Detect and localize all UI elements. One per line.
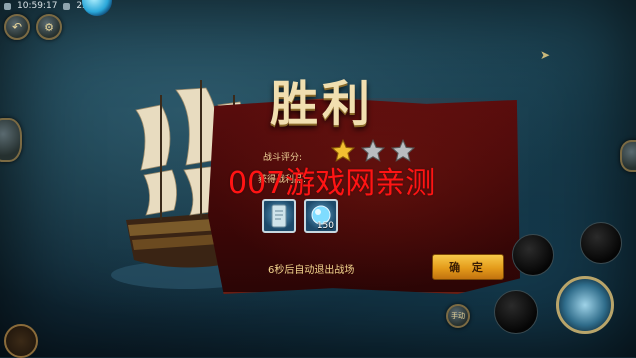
action-button-3[interactable]: [494, 290, 538, 334]
status-bar: 10:59:17 25m: [0, 0, 144, 12]
compass-icon[interactable]: [4, 324, 38, 358]
action-button-2[interactable]: [580, 222, 622, 264]
auto-exit-text: 6秒后自动退出战场: [268, 265, 355, 276]
auto-label: 手动: [451, 312, 465, 320]
victory-title: 胜利: [270, 76, 375, 132]
reward-item[interactable]: [262, 199, 296, 233]
reward-item[interactable]: 150: [304, 199, 338, 233]
notification-icon: [4, 2, 11, 10]
side-menu-button[interactable]: [0, 118, 22, 162]
back-arrow-icon: ↶: [11, 20, 23, 34]
gear-icon: ⚙: [44, 20, 54, 34]
scroll-icon: [271, 204, 287, 228]
action-button-1[interactable]: [512, 234, 554, 276]
back-button[interactable]: ↶: [4, 14, 30, 40]
auto-toggle-button[interactable]: 手动: [446, 304, 470, 328]
special-skill-button[interactable]: [556, 276, 614, 334]
reward-items: 150: [262, 199, 338, 233]
watermark: 007游戏网亲测: [228, 166, 436, 201]
nav-arrow-icon: ➤: [540, 48, 551, 62]
signal-icon: [63, 2, 71, 10]
clock: 10:59:17: [17, 1, 58, 11]
item-count: 150: [316, 221, 334, 231]
settings-button[interactable]: ⚙: [36, 14, 62, 40]
side-right-button[interactable]: [620, 140, 636, 172]
confirm-button[interactable]: 确 定: [432, 254, 504, 280]
